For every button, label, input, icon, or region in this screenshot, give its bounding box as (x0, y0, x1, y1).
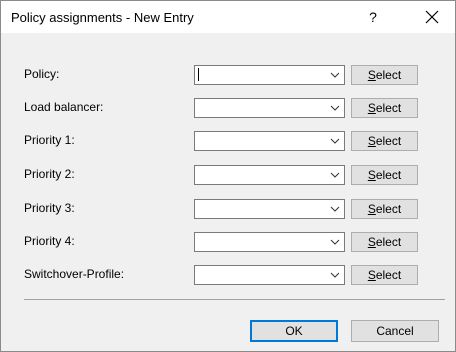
switchover-profile-value (199, 268, 324, 282)
load-balancer-label: Load balancer: (24, 100, 104, 114)
policy-value (199, 68, 324, 82)
priority-4-select-button[interactable]: Select (351, 232, 418, 252)
priority-3-value (199, 202, 324, 216)
close-icon (425, 10, 439, 24)
load-balancer-select-button[interactable]: Select (351, 98, 418, 118)
help-button[interactable]: ? (354, 1, 392, 33)
priority-1-select-button[interactable]: Select (351, 131, 418, 151)
priority-2-label: Priority 2: (24, 167, 75, 181)
policy-combobox[interactable] (194, 65, 345, 85)
priority-4-label: Priority 4: (24, 234, 75, 248)
priority-1-label: Priority 1: (24, 133, 75, 147)
load-balancer-combobox[interactable] (194, 98, 345, 118)
priority-1-combobox[interactable] (194, 131, 345, 151)
chevron-down-icon[interactable] (330, 272, 340, 278)
load-balancer-value (199, 101, 324, 115)
chevron-down-icon[interactable] (330, 138, 340, 144)
priority-4-value (199, 235, 324, 249)
dialog-title: Policy assignments - New Entry (11, 10, 194, 25)
chevron-down-icon[interactable] (330, 172, 340, 178)
cancel-button[interactable]: Cancel (351, 320, 439, 342)
chevron-down-icon[interactable] (330, 105, 340, 111)
chevron-down-icon[interactable] (330, 206, 340, 212)
priority-3-combobox[interactable] (194, 199, 345, 219)
switchover-profile-label: Switchover-Profile: (24, 267, 125, 281)
priority-3-select-button[interactable]: Select (351, 199, 418, 219)
priority-3-label: Priority 3: (24, 201, 75, 215)
close-button[interactable] (413, 1, 451, 33)
title-bar: Policy assignments - New Entry ? (1, 1, 455, 33)
policy-label: Policy: (24, 67, 60, 81)
divider (24, 299, 445, 300)
priority-1-value (199, 134, 324, 148)
chevron-down-icon[interactable] (330, 72, 340, 78)
ok-button[interactable]: OK (250, 320, 338, 342)
priority-4-combobox[interactable] (194, 232, 345, 252)
priority-2-combobox[interactable] (194, 165, 345, 185)
priority-2-value (199, 168, 324, 182)
switchover-profile-combobox[interactable] (194, 265, 345, 285)
dialog-window: Policy assignments - New Entry ? Policy:… (0, 0, 456, 352)
chevron-down-icon[interactable] (330, 239, 340, 245)
priority-2-select-button[interactable]: Select (351, 165, 418, 185)
switchover-profile-select-button[interactable]: Select (351, 265, 418, 285)
policy-select-button[interactable]: Select (351, 65, 418, 85)
